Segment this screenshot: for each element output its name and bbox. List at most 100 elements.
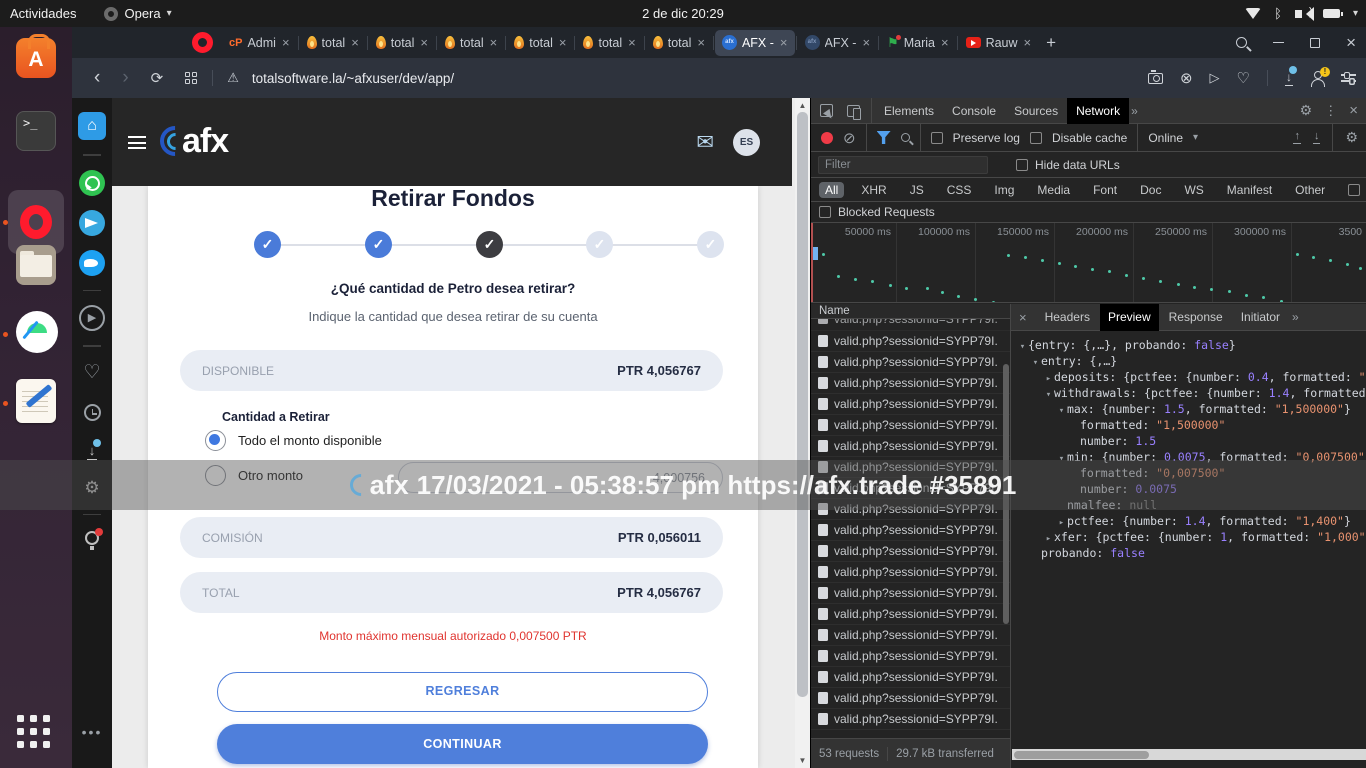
close-button[interactable]: ×: [1346, 34, 1356, 51]
speed-dial-icon[interactable]: ⌂: [78, 112, 106, 140]
tab-close-icon[interactable]: ×: [282, 35, 290, 50]
type-filter-other[interactable]: Other: [1289, 182, 1331, 198]
language-badge[interactable]: ES: [733, 129, 760, 156]
table-row[interactable]: valid.php?sessionid=SYPP79I.: [811, 478, 1010, 499]
json-tree-line[interactable]: ▾ withdrawals: {pctfee: {number: 1.4, for…: [1011, 385, 1366, 401]
twitter-icon[interactable]: [79, 249, 105, 276]
radio-selected-icon[interactable]: [205, 430, 226, 451]
blocked-requests-checkbox[interactable]: [819, 206, 831, 218]
tree-closed-arrow-icon[interactable]: ▸: [1056, 515, 1067, 529]
browser-tab-rauw[interactable]: Rauw ×: [959, 30, 1039, 56]
disable-cache-checkbox[interactable]: [1029, 131, 1042, 144]
tab-close-icon[interactable]: ×: [780, 35, 788, 50]
settings-gear-icon[interactable]: ⚙: [84, 478, 99, 498]
other-amount-input[interactable]: 4,000756: [398, 462, 723, 493]
json-tree-line[interactable]: ▸ pctfee: {number: 1.4, formatted: "1,400…: [1011, 513, 1366, 529]
table-row[interactable]: valid.php?sessionid=SYPP79I.: [811, 520, 1010, 541]
type-filter-js[interactable]: JS: [904, 182, 930, 198]
afx-logo[interactable]: afx: [153, 119, 280, 168]
table-row[interactable]: valid.php?sessionid=SYPP79I.: [811, 709, 1010, 730]
easy-setup-icon[interactable]: [1341, 72, 1356, 84]
tab-close-icon[interactable]: ×: [490, 35, 498, 50]
table-row[interactable]: valid.php?sessionid=SYPP79I.: [811, 331, 1010, 352]
detail-tab-headers[interactable]: Headers: [1037, 304, 1098, 331]
browser-tab-admi[interactable]: cP Admi ×: [222, 30, 297, 56]
type-filter-img[interactable]: Img: [988, 182, 1020, 198]
step-2-blue[interactable]: ✓: [365, 231, 392, 258]
table-row[interactable]: valid.php?sessionid=SYPP79I.: [811, 457, 1010, 478]
type-filter-ws[interactable]: WS: [1178, 182, 1209, 198]
snapshot-icon[interactable]: [1147, 69, 1163, 84]
search-icon[interactable]: [1236, 37, 1248, 48]
devtools-tab-console[interactable]: Console: [943, 98, 1005, 124]
type-filter-all[interactable]: All: [819, 181, 845, 198]
throttling-select[interactable]: Online: [1148, 131, 1183, 145]
json-tree-line[interactable]: ▾ min: {number: 0.0075, formatted: "0,007…: [1011, 449, 1366, 465]
table-row[interactable]: valid.php?sessionid=SYPP79I.: [811, 646, 1010, 667]
browser-tab-total[interactable]: total ×: [438, 30, 504, 56]
table-row[interactable]: valid.php?sessionid=SYPP79I.: [811, 688, 1010, 709]
type-filter-font[interactable]: Font: [1087, 182, 1123, 198]
devtools-tab-network[interactable]: Network: [1067, 97, 1130, 124]
more-tabs-icon[interactable]: »: [1131, 104, 1138, 118]
page-scrollbar[interactable]: ▲ ▼: [795, 98, 810, 768]
back-button-regresar[interactable]: REGRESAR: [217, 672, 708, 712]
opera-app-menu[interactable]: Opera ▾: [104, 6, 172, 21]
table-row[interactable]: valid.php?sessionid=SYPP79I.: [811, 583, 1010, 604]
detail-tab-initiator[interactable]: Initiator: [1233, 304, 1288, 331]
disable-cache-label[interactable]: Disable cache: [1052, 131, 1127, 145]
close-detail-icon[interactable]: ×: [1011, 310, 1035, 325]
table-row[interactable]: valid.php?sessionid=SYPP79I.: [811, 667, 1010, 688]
record-button[interactable]: [821, 131, 833, 144]
has-blocked-cookies-checkbox[interactable]: [1348, 183, 1361, 196]
device-toolbar-icon[interactable]: [847, 104, 861, 120]
more-detail-tabs-icon[interactable]: »: [1292, 310, 1299, 324]
minimize-button[interactable]: [1273, 41, 1285, 44]
dock-item-files[interactable]: [16, 245, 56, 285]
bookmarks-icon[interactable]: ♡: [83, 361, 100, 384]
tree-closed-arrow-icon[interactable]: ▸: [1043, 371, 1054, 385]
clear-icon[interactable]: ⊘: [843, 129, 856, 147]
browser-tab-total[interactable]: total ×: [646, 30, 712, 56]
json-tree-line[interactable]: ▾ {entry: {,…}, probando: false}: [1011, 337, 1366, 353]
tab-close-icon[interactable]: ×: [1024, 35, 1032, 50]
browser-tab-afx-[interactable]: afx AFX - ×: [714, 29, 795, 56]
table-row[interactable]: valid.php?sessionid=SYPP79I.: [811, 415, 1010, 436]
type-filter-manifest[interactable]: Manifest: [1221, 182, 1278, 198]
json-tree-line[interactable]: formatted: "0,007500": [1011, 465, 1366, 481]
hide-data-urls-checkbox[interactable]: [1016, 158, 1028, 171]
network-overview-timeline[interactable]: 50000 ms 100000 ms 150000 ms 200000 ms 25000…: [811, 223, 1366, 303]
browser-tab-afx-[interactable]: afx AFX - ×: [798, 30, 878, 56]
dock-item-android-studio[interactable]: [16, 311, 58, 353]
dock-item-text-editor[interactable]: [16, 379, 56, 423]
json-tree-line[interactable]: ▾ max: {number: 1.5, formatted: "1,500000…: [1011, 401, 1366, 417]
network-settings-icon[interactable]: ⚙: [1345, 129, 1358, 146]
tree-closed-arrow-icon[interactable]: ▸: [1043, 531, 1054, 545]
export-har-icon[interactable]: ↓: [1312, 131, 1321, 144]
json-tree-line[interactable]: probando: false: [1011, 545, 1366, 561]
step-4-light[interactable]: ✓: [586, 231, 613, 258]
sidebar-more-icon[interactable]: •••: [82, 724, 103, 740]
scrollbar-thumb[interactable]: [797, 112, 808, 697]
profile-icon[interactable]: !: [1310, 67, 1330, 87]
table-row[interactable]: valid.php?sessionid=SYPP79I.: [811, 541, 1010, 562]
type-filter-css[interactable]: CSS: [941, 182, 978, 198]
tab-close-icon[interactable]: ×: [697, 35, 705, 50]
type-filter-xhr[interactable]: XHR: [855, 182, 892, 198]
tree-open-arrow-icon[interactable]: ▾: [1056, 403, 1067, 417]
site-info-warning-icon[interactable]: ⚠: [227, 70, 239, 86]
new-tab-button[interactable]: +: [1046, 33, 1056, 53]
table-row[interactable]: valid.php?sessionid=SYPP79I.: [811, 436, 1010, 457]
tab-close-icon[interactable]: ×: [941, 35, 949, 50]
type-filter-doc[interactable]: Doc: [1134, 182, 1167, 198]
history-icon[interactable]: [83, 403, 101, 421]
browser-tab-total[interactable]: total ×: [576, 30, 642, 56]
table-row[interactable]: valid.php?sessionid=SYPP79I.: [811, 319, 1010, 331]
tab-close-icon[interactable]: ×: [559, 35, 567, 50]
search-network-icon[interactable]: [900, 133, 910, 142]
preserve-log-checkbox[interactable]: [930, 131, 943, 144]
table-row[interactable]: valid.php?sessionid=SYPP79I.: [811, 604, 1010, 625]
reload-button[interactable]: ⟳: [151, 69, 164, 87]
tree-open-arrow-icon[interactable]: ▾: [1030, 355, 1041, 369]
filter-input[interactable]: Filter: [818, 155, 988, 174]
